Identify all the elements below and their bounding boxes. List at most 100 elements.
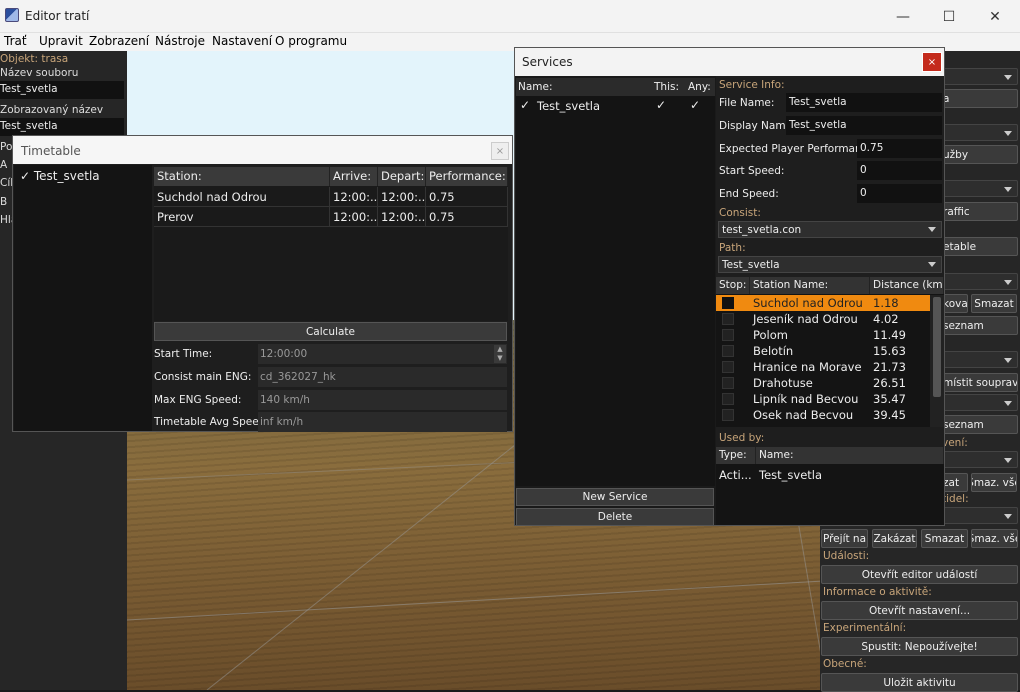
scrollbar-thumb[interactable]	[933, 297, 941, 397]
menu-o-programu[interactable]: O programu	[275, 34, 347, 48]
right-partial-button[interactable]: užby	[940, 145, 1018, 164]
column-header[interactable]: Arrive:	[330, 167, 378, 186]
right-combo[interactable]	[940, 124, 1018, 141]
avg-speed-label: Timetable Avg Speed:	[154, 416, 269, 428]
start-time-input[interactable]: 12:00:00	[258, 344, 507, 364]
menu-upravit[interactable]: Upravit	[39, 34, 83, 48]
right-combo[interactable]	[940, 507, 1018, 524]
right-combo[interactable]	[940, 68, 1018, 85]
delete-button[interactable]: Smazat	[921, 529, 968, 548]
table-cell[interactable]: 12:00:...	[378, 187, 426, 207]
file-name-input[interactable]: Test_svetla	[0, 81, 124, 99]
path-select[interactable]: Test_svetla	[718, 256, 942, 273]
column-header[interactable]: Depart:	[378, 167, 426, 186]
menu-nastaveni[interactable]: Nastavení	[212, 34, 272, 48]
stop-checkbox[interactable]	[722, 361, 734, 373]
window-title: Editor tratí	[25, 9, 90, 23]
delete-all-button[interactable]: Smaz. vše	[971, 529, 1018, 548]
stop-checkbox[interactable]	[722, 409, 734, 421]
right-partial-button[interactable]: raffic	[940, 202, 1018, 221]
stop-checkbox[interactable]	[722, 377, 734, 389]
column-header[interactable]: Type:	[716, 447, 756, 464]
stop-checkbox[interactable]	[722, 329, 734, 341]
stop-checkbox[interactable]	[722, 393, 734, 405]
right-combo[interactable]	[940, 273, 1018, 290]
close-icon[interactable]: ×	[922, 52, 942, 72]
table-cell[interactable]: 0.75	[426, 207, 508, 227]
right-partial-button[interactable]: etable	[940, 237, 1018, 256]
station-row[interactable]: Suchdol nad Odrou 1.18	[716, 295, 930, 311]
close-icon[interactable]: ×	[491, 142, 509, 160]
close-button[interactable]: ✕	[972, 0, 1018, 33]
table-cell[interactable]: Acti...	[719, 468, 752, 482]
stop-checkbox[interactable]	[722, 297, 734, 309]
check-icon[interactable]: ✓	[690, 98, 700, 112]
maximize-button[interactable]: ☐	[926, 0, 972, 33]
run-experimental-button[interactable]: Spustit: Nepoužívejte!	[821, 637, 1018, 656]
table-cell[interactable]: Suchdol nad Odrou	[154, 187, 330, 207]
column-header[interactable]: Stop:	[716, 277, 750, 294]
right-combo[interactable]	[940, 180, 1018, 197]
table-cell[interactable]: 12:00:...	[378, 207, 426, 227]
service-info-label: Service Info:	[719, 79, 785, 91]
delete-service-button[interactable]: Delete	[516, 508, 714, 526]
save-activity-button[interactable]: Uložit aktivitu	[821, 673, 1018, 692]
column-header[interactable]: Any:	[688, 81, 711, 93]
column-header[interactable]: Performance:	[426, 167, 508, 186]
open-settings-button[interactable]: Otevřít nastavení...	[821, 601, 1018, 620]
display-name-input[interactable]: Test_svetla	[786, 116, 942, 135]
column-header[interactable]: Name:	[756, 447, 944, 464]
new-service-button[interactable]: New Service	[516, 488, 714, 506]
calculate-button[interactable]: Calculate	[154, 322, 507, 341]
start-speed-input[interactable]: 0	[857, 161, 942, 180]
table-cell[interactable]: Test_svetla	[759, 468, 822, 482]
consist-select[interactable]: test_svetla.con	[718, 221, 942, 238]
table-cell[interactable]: 0.75	[426, 187, 508, 207]
menu-nastroje[interactable]: Nástroje	[155, 34, 205, 48]
end-speed-input[interactable]: 0	[857, 184, 942, 203]
station-row[interactable]: Belotín 15.63	[716, 343, 930, 359]
list-item[interactable]: ✓ Test_svetla	[20, 169, 100, 183]
station-name: Suchdol nad Odrou	[753, 296, 863, 310]
right-combo[interactable]	[940, 394, 1018, 411]
menu-zobrazeni[interactable]: Zobrazení	[89, 34, 149, 48]
station-row[interactable]: Hranice na Morave 21.73	[716, 359, 930, 375]
column-header[interactable]: Name:	[518, 81, 553, 93]
file-name-input[interactable]: Test_svetla	[786, 93, 942, 112]
delete-all-button[interactable]: Smaz. vše	[971, 473, 1017, 492]
goto-button[interactable]: Přejít na	[821, 529, 868, 548]
minimize-button[interactable]: —	[880, 0, 926, 33]
right-combo[interactable]	[940, 351, 1018, 368]
right-combo[interactable]	[940, 451, 1018, 468]
right-partial-button[interactable]: a	[940, 89, 1018, 108]
stop-checkbox[interactable]	[722, 345, 734, 357]
table-cell[interactable]: 12:00:...	[330, 207, 378, 227]
stop-checkbox[interactable]	[722, 313, 734, 325]
station-row[interactable]: Lipník nad Becvou 35.47	[716, 391, 930, 407]
display-name-input[interactable]: Test_svetla	[0, 118, 124, 136]
delete-button[interactable]: Smazat	[971, 294, 1017, 313]
check-icon[interactable]: ✓	[656, 98, 666, 112]
open-events-editor-button[interactable]: Otevřít editor událostí	[821, 565, 1018, 584]
station-name: Lipník nad Becvou	[753, 392, 859, 406]
table-cell[interactable]: 12:00:...	[330, 187, 378, 207]
right-partial-button[interactable]: místit soupravu	[940, 373, 1018, 392]
disable-button[interactable]: Zakázat	[872, 529, 917, 548]
right-partial-button[interactable]: seznam	[940, 316, 1018, 335]
list-item[interactable]: ✓ Test_svetla ✓ ✓	[516, 96, 715, 114]
performance-input[interactable]: 0.75	[857, 139, 942, 158]
spinbox-arrows-icon[interactable]: ▲ ▼	[494, 345, 506, 363]
station-row[interactable]: Polom 11.49	[716, 327, 930, 343]
station-row[interactable]: Drahotuse 26.51	[716, 375, 930, 391]
station-row[interactable]: Jeseník nad Odrou 4.02	[716, 311, 930, 327]
column-header[interactable]: This:	[654, 81, 679, 93]
column-header[interactable]: Station:	[154, 167, 330, 186]
right-partial-button[interactable]: seznam	[940, 415, 1018, 434]
table-cell[interactable]: Prerov	[154, 207, 330, 227]
station-row[interactable]: Osek nad Becvou 39.45	[716, 407, 930, 423]
column-header[interactable]: Station Name:	[750, 277, 870, 294]
menu-trat[interactable]: Trať	[4, 34, 27, 48]
stations-scrollbar[interactable]	[930, 295, 944, 427]
column-header[interactable]: Distance (km)	[870, 277, 944, 294]
partial-label: B	[0, 196, 8, 208]
